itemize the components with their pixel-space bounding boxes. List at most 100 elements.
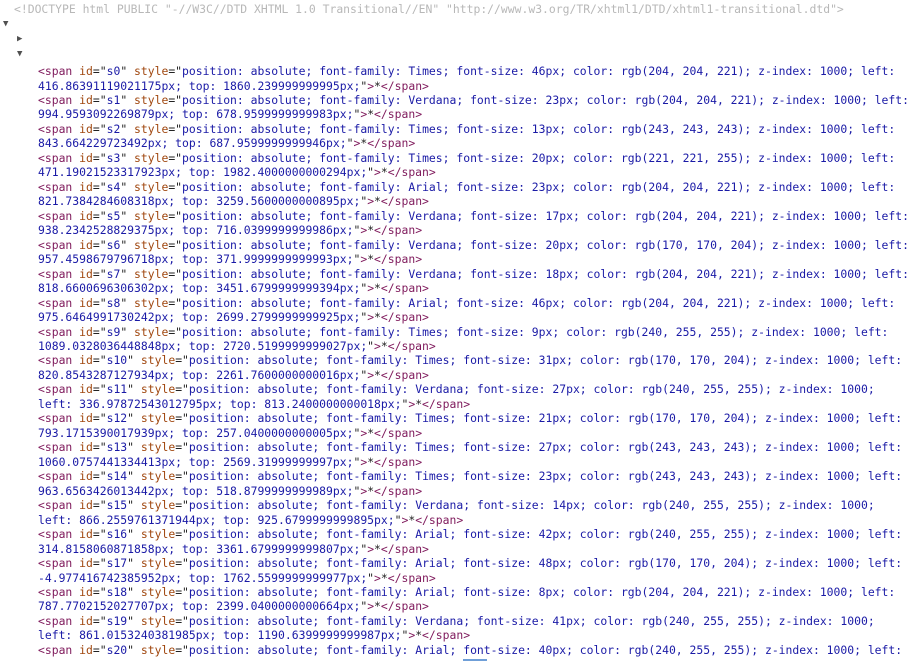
style-value: position: absolute; font-family: Arial; … — [188, 642, 903, 657]
span-element-line-cont[interactable]: 787.7702152027707px; top: 2399.040000000… — [38, 599, 429, 613]
span-element-line-cont[interactable]: 820.8543287127934px; top: 2261.760000000… — [38, 368, 429, 382]
span-element-line[interactable]: <span id="s6" style="position: absolute;… — [38, 238, 909, 252]
style-value: position: absolute; font-family: Times; … — [182, 64, 896, 78]
style-value: position: absolute; font-family: Arial; … — [182, 295, 896, 310]
span-element-line-cont[interactable]: left: 336.97872543012795px; top: 813.240… — [38, 397, 470, 411]
span-element-line-cont[interactable]: left: 866.2559761371944px; top: 925.6799… — [38, 513, 463, 527]
close-tag: </span> — [380, 599, 429, 614]
attr-quote: =" — [92, 382, 107, 397]
attr-quote: =" — [175, 440, 189, 455]
span-element-line[interactable]: <span id="s4" style="position: absolute;… — [38, 180, 895, 194]
span-element-line[interactable]: <span id="s18" style="position: absolute… — [38, 585, 895, 599]
tag-name: <span — [38, 440, 73, 455]
attr-name: id — [79, 266, 93, 281]
span-id-value: s8 — [106, 295, 121, 310]
close-tag: </span> — [374, 252, 423, 267]
attr-quote: =" — [168, 121, 183, 136]
triangle-down-icon[interactable]: ▼ — [3, 17, 8, 31]
span-element-line[interactable]: <span id="s10" style="position: absolute… — [38, 353, 902, 367]
attr-quote: =" — [92, 150, 107, 165]
triangle-right-icon[interactable]: ▶ — [17, 32, 22, 46]
attr-quote: =" — [175, 527, 189, 541]
span-element-line[interactable]: <span id="s3" style="position: absolute;… — [38, 151, 895, 165]
triangle-down-icon[interactable]: ▼ — [17, 47, 22, 61]
span-element-line[interactable]: <span id="s15" style="position: absolute… — [38, 498, 875, 512]
attr-quote: =" — [168, 150, 183, 165]
span-element-line-cont[interactable]: 818.6600696306302px; top: 3451.679999999… — [38, 281, 429, 295]
close-tag: </span> — [387, 338, 436, 353]
attr-quote: =" — [168, 92, 183, 107]
attr-quote: =" — [92, 237, 107, 252]
span-element-line[interactable]: <span id="s17" style="position: absolute… — [38, 556, 902, 570]
span-element-line-cont[interactable]: 994.9593092269879px; top: 678.9599999999… — [38, 107, 422, 121]
span-element-line[interactable]: <span id="s5" style="position: absolute;… — [38, 209, 909, 223]
span-element-line[interactable]: <span id="s9" style="position: absolute;… — [38, 325, 888, 339]
span-element-line-cont[interactable]: 314.8158060871858px; top: 3361.679999999… — [38, 542, 429, 556]
attr-quote: =" — [168, 208, 183, 223]
style-value: left: 336.97872543012795px; top: 813.240… — [38, 396, 402, 411]
tag-name: <span — [38, 324, 73, 339]
close-tag: </span> — [380, 310, 429, 324]
close-tag: </span> — [380, 367, 429, 382]
span-element-line-cont[interactable]: 793.1715390017939px; top: 257.0400000000… — [38, 426, 422, 440]
span-element-line-cont[interactable]: left: 861.0153240381985px; top: 1190.639… — [38, 628, 470, 642]
span-element-line-cont[interactable]: 938.2342528829375px; top: 716.0399999999… — [38, 223, 422, 237]
tag-name: <span — [38, 527, 73, 541]
close-tag: </span> — [380, 541, 429, 556]
span-element-line-cont[interactable]: 1089.0328036448848px; top: 2720.51999999… — [38, 339, 436, 353]
attr-name: id — [79, 237, 93, 252]
span-element-line[interactable]: <span id="s19" style="position: absolute… — [38, 614, 875, 628]
span-element-line-cont[interactable]: 963.6563426013442px; top: 518.8799999999… — [38, 484, 422, 498]
span-element-line[interactable]: <span id="s2" style="position: absolute;… — [38, 122, 895, 136]
style-value: position: absolute; font-family: Times; … — [182, 121, 896, 136]
text-node: * — [374, 367, 381, 382]
span-element-line[interactable]: <span id="s20" style="position: absolute… — [38, 643, 902, 657]
span-element-line[interactable]: <span id="s11" style="position: absolute… — [38, 382, 875, 396]
span-element-line[interactable]: <span id="s1" style="position: absolute;… — [38, 93, 909, 107]
head-line[interactable]: <head>…</head> — [28, 32, 151, 46]
span-element-line-cont[interactable]: 975.6464991730242px; top: 2699.279999999… — [38, 310, 429, 324]
style-value: 821.7384284608318px; top: 3259.560000000… — [38, 194, 361, 209]
close-tag: </span> — [380, 194, 429, 209]
html-open-line[interactable]: <html xmlns="http://www.w3.org/1999/xhtm… — [14, 17, 611, 31]
attr-quote: =" — [92, 527, 107, 541]
attr-quote: " — [127, 527, 135, 541]
span-element-line[interactable]: <span id="s0" style="position: absolute;… — [38, 64, 895, 78]
attr-quote: " — [127, 382, 135, 397]
close-tag: </span> — [380, 281, 429, 296]
attr-quote: =" — [92, 92, 107, 107]
span-id-value: s9 — [106, 324, 121, 339]
attr-quote: =" — [92, 295, 107, 310]
span-element-line-cont[interactable]: 416.86391119021175px; top: 1860.23999999… — [38, 79, 429, 93]
attr-name: style — [134, 92, 169, 107]
span-element-line[interactable]: <span id="s13" style="position: absolute… — [38, 440, 902, 454]
attr-name: style — [140, 382, 176, 397]
attr-quote: " — [127, 411, 135, 426]
span-element-line[interactable]: <span id="s8" style="position: absolute;… — [38, 296, 895, 310]
body-open-line[interactable]: <body class="ltr"> — [28, 47, 179, 61]
attr-name: id — [79, 382, 93, 397]
span-element-line-cont[interactable]: 957.4598679796718px; top: 371.9999999999… — [38, 252, 422, 266]
attr-quote: =" — [168, 295, 183, 310]
span-element-line[interactable]: <span id="s12" style="position: absolute… — [38, 411, 902, 425]
span-element-line-cont[interactable]: 843.664229723492px; top: 687.95999999999… — [38, 136, 415, 150]
span-element-line-cont[interactable]: -4.977416742385952px; top: 1762.55999999… — [38, 571, 436, 585]
text-node: * — [374, 281, 381, 296]
attr-name: id — [79, 411, 93, 426]
span-element-line[interactable]: <span id="s7" style="position: absolute;… — [38, 267, 909, 281]
tag-name: <span — [38, 295, 73, 310]
attr-quote: =" — [92, 179, 107, 194]
span-element-line-cont[interactable]: 471.19021523317923px; top: 1982.40000000… — [38, 165, 436, 179]
attr-quote: =" — [92, 440, 107, 455]
span-element-line-cont[interactable]: 821.7384284608318px; top: 3259.560000000… — [38, 194, 429, 208]
span-element-line-cont[interactable]: 1060.0757441334413px; top: 2569.31999999… — [38, 455, 422, 469]
span-element-line[interactable]: <span id="s14" style="position: absolute… — [38, 469, 902, 483]
attr-name: id — [79, 527, 93, 541]
doctype-line[interactable]: <!DOCTYPE html PUBLIC "-//W3C//DTD XHTML… — [14, 2, 844, 16]
span-element-line[interactable]: <span id="s16" style="position: absolute… — [38, 527, 902, 541]
